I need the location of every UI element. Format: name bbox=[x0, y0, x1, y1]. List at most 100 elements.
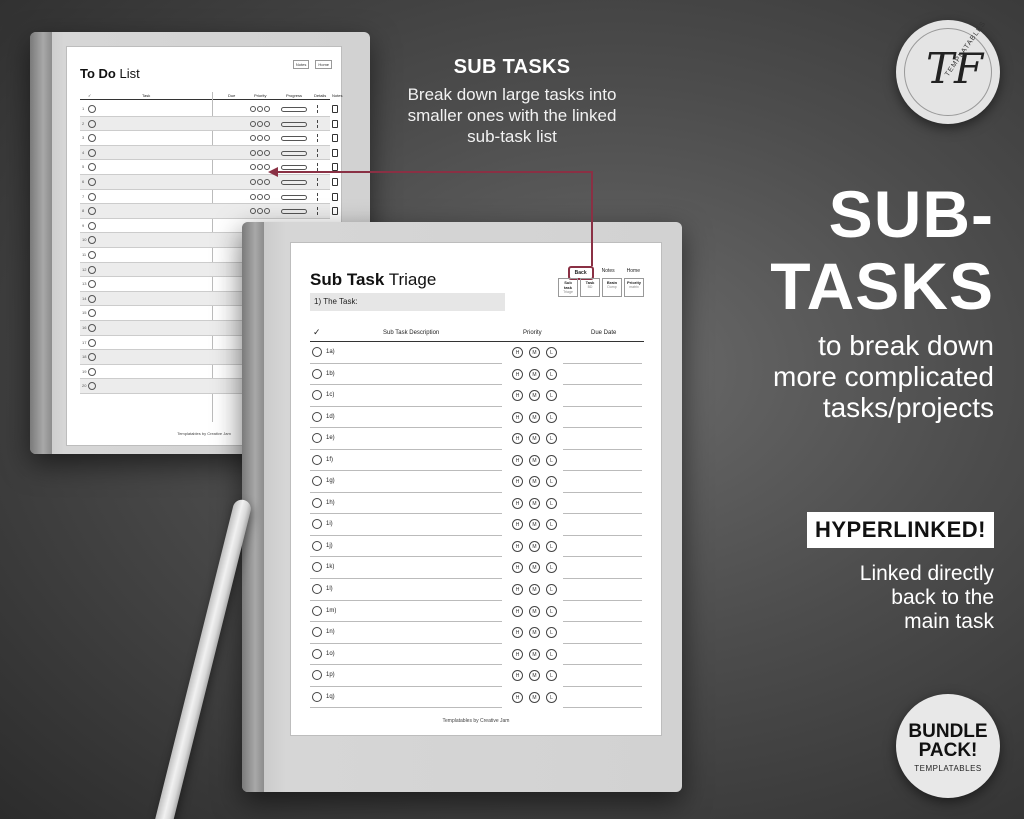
priority-high[interactable]: H bbox=[512, 584, 523, 596]
priority-low[interactable]: L bbox=[546, 648, 557, 660]
nav-brain-dump[interactable]: Brain Dump bbox=[602, 278, 622, 297]
clipboard-icon[interactable] bbox=[332, 192, 338, 201]
task-name-field[interactable]: 1) The Task: bbox=[310, 293, 505, 311]
progress-bar[interactable] bbox=[281, 209, 307, 215]
priority-high[interactable]: H bbox=[512, 476, 523, 488]
priority-high[interactable]: H bbox=[512, 562, 523, 574]
checkbox[interactable] bbox=[88, 323, 96, 332]
checkbox[interactable] bbox=[88, 265, 96, 274]
progress-bar[interactable] bbox=[281, 107, 307, 112]
description-line[interactable] bbox=[310, 707, 502, 709]
priority-medium[interactable]: M bbox=[529, 497, 540, 509]
priority-low[interactable]: L bbox=[546, 454, 557, 466]
checkbox[interactable] bbox=[312, 390, 322, 401]
progress-bar[interactable] bbox=[281, 179, 307, 185]
details-icon[interactable] bbox=[317, 177, 321, 186]
details-icon[interactable] bbox=[317, 134, 321, 143]
priority-high[interactable]: H bbox=[512, 605, 523, 617]
priority-low[interactable]: L bbox=[546, 627, 557, 639]
priority-low[interactable]: L bbox=[546, 411, 557, 423]
priority-selector[interactable] bbox=[250, 106, 270, 112]
checkbox[interactable] bbox=[88, 177, 96, 186]
priority-medium[interactable]: M bbox=[529, 691, 540, 703]
progress-bar[interactable] bbox=[281, 121, 307, 127]
checkbox[interactable] bbox=[88, 309, 96, 318]
checkbox[interactable] bbox=[88, 163, 96, 172]
details-icon[interactable] bbox=[317, 192, 321, 201]
priority-high[interactable]: H bbox=[512, 347, 523, 358]
checkbox[interactable] bbox=[88, 119, 96, 128]
priority-selector[interactable] bbox=[250, 208, 270, 215]
priority-selector[interactable] bbox=[250, 149, 270, 156]
priority-medium[interactable]: M bbox=[529, 433, 540, 445]
clipboard-icon[interactable] bbox=[332, 148, 338, 157]
priority-low[interactable]: L bbox=[546, 476, 557, 488]
checkbox[interactable] bbox=[88, 294, 96, 303]
checkbox[interactable] bbox=[312, 411, 322, 422]
priority-high[interactable]: H bbox=[512, 519, 523, 531]
priority-low[interactable]: L bbox=[546, 540, 557, 552]
checkbox[interactable] bbox=[312, 648, 322, 659]
priority-high[interactable]: H bbox=[512, 433, 523, 445]
clipboard-icon[interactable] bbox=[332, 134, 338, 143]
priority-low[interactable]: L bbox=[546, 670, 557, 682]
priority-medium[interactable]: M bbox=[529, 584, 540, 596]
nav-home-link[interactable]: Home bbox=[315, 60, 332, 69]
priority-high[interactable]: H bbox=[512, 648, 523, 660]
nav-task-bd[interactable]: Task BD bbox=[580, 278, 600, 297]
clipboard-icon[interactable] bbox=[332, 207, 338, 216]
priority-medium[interactable]: M bbox=[529, 540, 540, 552]
checkbox[interactable] bbox=[312, 454, 322, 465]
checkbox[interactable] bbox=[312, 562, 322, 573]
nav-subtask-triage[interactable]: Sub task Triage bbox=[558, 278, 578, 297]
checkbox[interactable] bbox=[312, 584, 322, 595]
details-icon[interactable] bbox=[317, 207, 321, 216]
clipboard-icon[interactable] bbox=[332, 105, 338, 113]
priority-low[interactable]: L bbox=[546, 584, 557, 596]
priority-low[interactable]: L bbox=[546, 390, 557, 402]
priority-low[interactable]: L bbox=[546, 691, 557, 703]
progress-bar[interactable] bbox=[281, 194, 307, 200]
progress-bar[interactable] bbox=[281, 150, 307, 156]
checkbox[interactable] bbox=[88, 221, 96, 230]
checkbox[interactable] bbox=[312, 519, 322, 530]
clipboard-icon[interactable] bbox=[332, 119, 338, 128]
checkbox[interactable] bbox=[88, 236, 96, 245]
priority-medium[interactable]: M bbox=[529, 411, 540, 423]
priority-high[interactable]: H bbox=[512, 390, 523, 402]
priority-medium[interactable]: M bbox=[529, 605, 540, 617]
priority-low[interactable]: L bbox=[546, 368, 557, 380]
clipboard-icon[interactable] bbox=[332, 163, 338, 172]
details-icon[interactable] bbox=[317, 163, 321, 172]
checkbox[interactable] bbox=[88, 250, 96, 259]
checkbox[interactable] bbox=[312, 691, 322, 702]
checkbox[interactable] bbox=[88, 367, 96, 376]
checkbox[interactable] bbox=[312, 540, 322, 551]
priority-medium[interactable]: M bbox=[529, 562, 540, 574]
priority-medium[interactable]: M bbox=[529, 648, 540, 660]
priority-medium[interactable]: M bbox=[529, 390, 540, 402]
checkbox[interactable] bbox=[312, 347, 322, 357]
priority-medium[interactable]: M bbox=[529, 347, 540, 358]
priority-selector[interactable] bbox=[250, 164, 270, 171]
priority-high[interactable]: H bbox=[512, 411, 523, 423]
details-icon[interactable] bbox=[317, 105, 321, 113]
checkbox[interactable] bbox=[312, 497, 322, 508]
priority-low[interactable]: L bbox=[546, 347, 557, 358]
priority-high[interactable]: H bbox=[512, 691, 523, 703]
priority-selector[interactable] bbox=[250, 135, 270, 142]
checkbox[interactable] bbox=[88, 338, 96, 347]
priority-high[interactable]: H bbox=[512, 368, 523, 380]
details-icon[interactable] bbox=[317, 148, 321, 157]
progress-bar[interactable] bbox=[281, 165, 307, 171]
priority-medium[interactable]: M bbox=[529, 454, 540, 466]
checkbox[interactable] bbox=[88, 148, 96, 157]
priority-low[interactable]: L bbox=[546, 605, 557, 617]
checkbox[interactable] bbox=[88, 105, 96, 113]
checkbox[interactable] bbox=[88, 353, 96, 362]
priority-medium[interactable]: M bbox=[529, 368, 540, 380]
priority-low[interactable]: L bbox=[546, 519, 557, 531]
checkbox[interactable] bbox=[88, 382, 96, 391]
priority-high[interactable]: H bbox=[512, 454, 523, 466]
priority-high[interactable]: H bbox=[512, 627, 523, 639]
